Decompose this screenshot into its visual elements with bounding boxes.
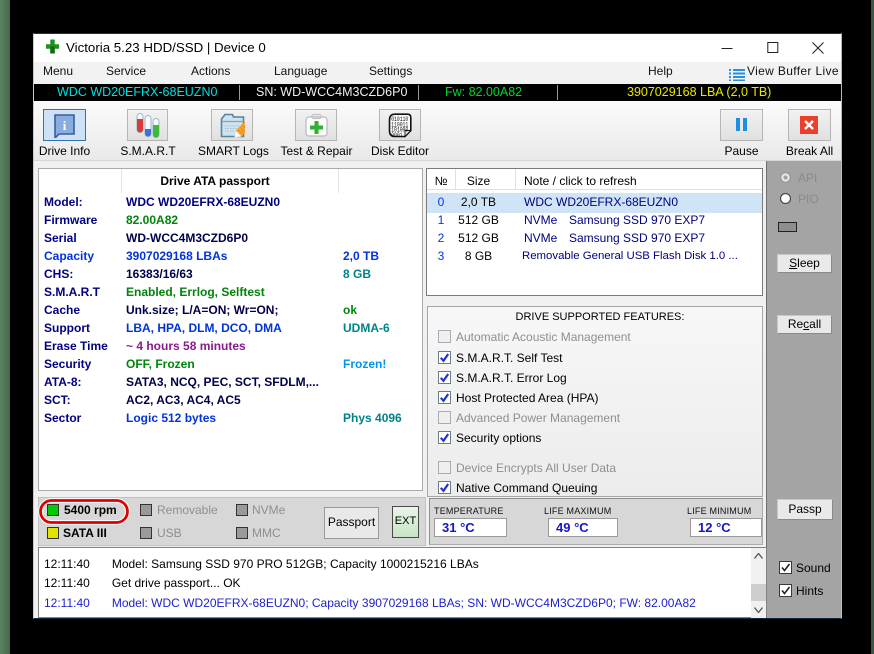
svg-text:i: i	[63, 118, 67, 133]
svg-text:0001: 0001	[391, 132, 403, 138]
